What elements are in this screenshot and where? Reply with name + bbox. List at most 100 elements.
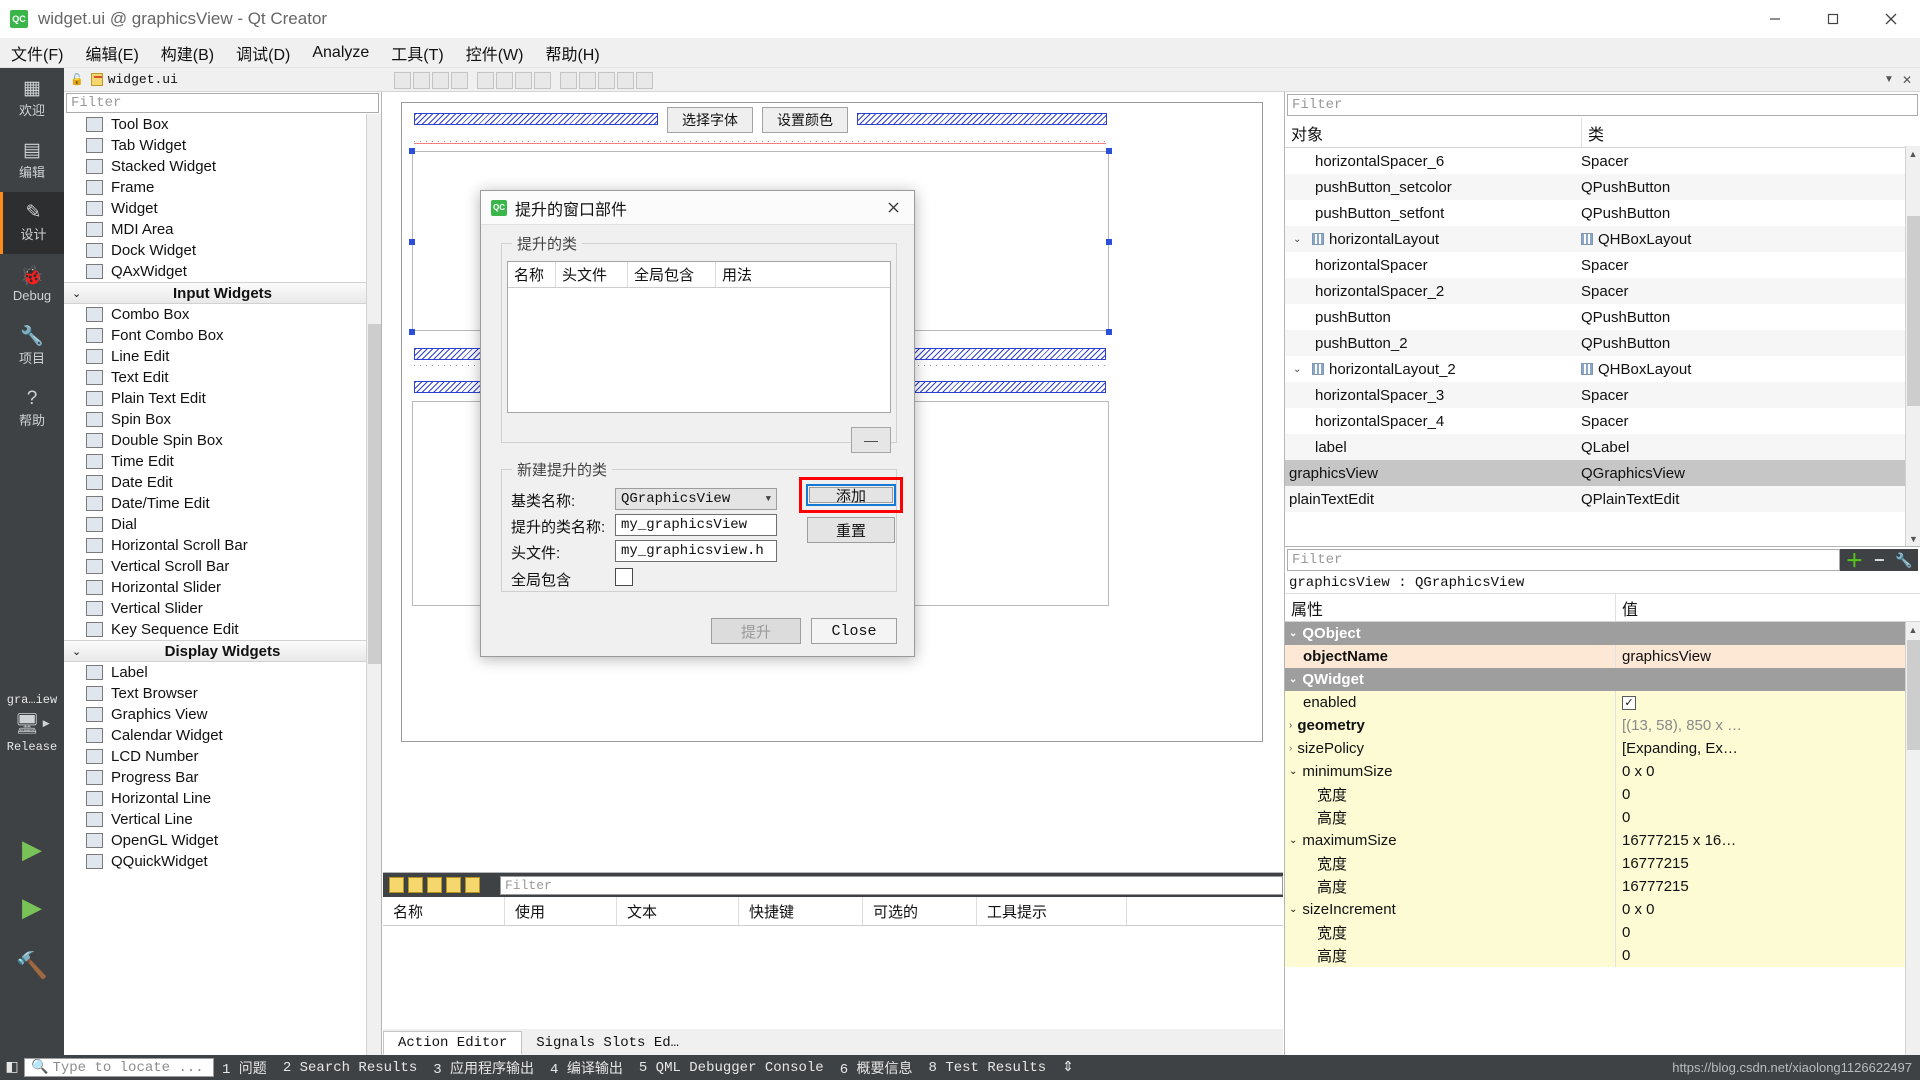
object-row-horizontalLayout_2[interactable]: ⌄horizontalLayout_2QHBoxLayout: [1285, 356, 1920, 382]
widget-item-dock-widget[interactable]: Dock Widget: [64, 240, 381, 261]
resize-handle[interactable]: [409, 148, 415, 154]
status-item-6[interactable]: 8 Test Results: [921, 1060, 1055, 1076]
resize-handle[interactable]: [1106, 148, 1112, 154]
widget-item-tab-widget[interactable]: Tab Widget: [64, 135, 381, 156]
chevron-down-icon[interactable]: ⌄: [1289, 674, 1297, 685]
layout-vertical-icon[interactable]: [496, 72, 513, 89]
enabled-checkbox[interactable]: ✓: [1622, 696, 1636, 710]
widget-item-vertical-slider[interactable]: Vertical Slider: [64, 598, 381, 619]
property-row-QWidget[interactable]: ⌄QWidget: [1285, 668, 1920, 691]
header-file-input[interactable]: my_graphicsview.h: [615, 540, 777, 562]
widget-item-vertical-scroll-bar[interactable]: Vertical Scroll Bar: [64, 556, 381, 577]
object-row-horizontalSpacer[interactable]: horizontalSpacerSpacer: [1285, 252, 1920, 278]
widget-item-double-spin-box[interactable]: Double Spin Box: [64, 430, 381, 451]
chevron-up-icon[interactable]: ▲: [1906, 146, 1920, 161]
menu-item-3[interactable]: 调试(D): [225, 38, 301, 68]
object-row-label[interactable]: labelQLabel: [1285, 434, 1920, 460]
widget-item-graphics-view[interactable]: Graphics View: [64, 704, 381, 725]
chevron-right-icon[interactable]: ›: [1289, 720, 1292, 731]
break-layout-icon[interactable]: [598, 72, 615, 89]
delete-action-icon[interactable]: [446, 877, 461, 893]
status-item-1[interactable]: 2 Search Results: [275, 1060, 425, 1076]
widget-item-horizontal-slider[interactable]: Horizontal Slider: [64, 577, 381, 598]
object-row-horizontalSpacer_4[interactable]: horizontalSpacer_4Spacer: [1285, 408, 1920, 434]
global-include-checkbox[interactable]: [615, 568, 633, 586]
plus-icon[interactable]: ＋: [1845, 547, 1863, 573]
status-item-2[interactable]: 3 应用程序输出: [425, 1058, 542, 1078]
configure-icon[interactable]: [465, 877, 480, 893]
run-icon[interactable]: ▶: [0, 828, 64, 870]
chevron-down-icon[interactable]: ⌄: [1293, 364, 1307, 375]
object-row-pushButton_setfont[interactable]: pushButton_setfontQPushButton: [1285, 200, 1920, 226]
horizontal-spacer[interactable]: [414, 113, 658, 125]
menu-item-0[interactable]: 文件(F): [0, 38, 74, 68]
bottom-tab-0[interactable]: Action Editor: [383, 1031, 522, 1055]
widget-item-mdi-area[interactable]: MDI Area: [64, 219, 381, 240]
widget-item-plain-text-edit[interactable]: Plain Text Edit: [64, 388, 381, 409]
property-row-高度[interactable]: 高度0: [1285, 806, 1920, 829]
object-inspector-scrollbar[interactable]: ▲ ▼: [1905, 146, 1920, 546]
widget-item-widget[interactable]: Widget: [64, 198, 381, 219]
widget-box-filter[interactable]: Filter: [66, 93, 379, 113]
widget-item-qaxwidget[interactable]: QAxWidget: [64, 261, 381, 282]
widget-item-date-time-edit[interactable]: Date/Time Edit: [64, 493, 381, 514]
widget-item-font-combo-box[interactable]: Font Combo Box: [64, 325, 381, 346]
promote-widget-dialog[interactable]: QC 提升的窗口部件 提升的类 名称 头文件 全局包含 用法 — 新建提升的类 …: [480, 190, 915, 657]
mode-设计[interactable]: ✎设计: [0, 192, 64, 254]
widget-item-date-edit[interactable]: Date Edit: [64, 472, 381, 493]
layout-horizontal-icon[interactable]: [477, 72, 494, 89]
layout-grid-icon[interactable]: [560, 72, 577, 89]
chevron-right-icon[interactable]: ›: [1289, 743, 1292, 754]
property-row-geometry[interactable]: ›geometry[(13, 58), 850 x …: [1285, 714, 1920, 737]
property-editor-rows[interactable]: ⌄QObjectobjectNamegraphicsView⌄QWidgeten…: [1285, 622, 1920, 967]
widget-item-text-edit[interactable]: Text Edit: [64, 367, 381, 388]
mode-编辑[interactable]: ▤编辑: [0, 130, 64, 192]
property-row-maximumSize[interactable]: ⌄maximumSize16777215 x 16…: [1285, 829, 1920, 852]
widget-item-line-edit[interactable]: Line Edit: [64, 346, 381, 367]
widget-item-opengl-widget[interactable]: OpenGL Widget: [64, 830, 381, 851]
edit-action-icon[interactable]: [427, 877, 442, 893]
minimize-icon[interactable]: [1746, 0, 1804, 38]
promoted-classes-table[interactable]: 名称 头文件 全局包含 用法: [507, 261, 891, 413]
widget-item-combo-box[interactable]: Combo Box: [64, 304, 381, 325]
edit-tab-order-icon[interactable]: [451, 72, 468, 89]
widget-item-time-edit[interactable]: Time Edit: [64, 451, 381, 472]
edit-buddies-icon[interactable]: [432, 72, 449, 89]
open-file-name[interactable]: widget.ui: [108, 72, 178, 87]
property-row-宽度[interactable]: 宽度0: [1285, 783, 1920, 806]
layout-form-icon[interactable]: [579, 72, 596, 89]
widget-item-text-browser[interactable]: Text Browser: [64, 683, 381, 704]
object-row-pushButton_setcolor[interactable]: pushButton_setcolorQPushButton: [1285, 174, 1920, 200]
status-item-0[interactable]: 1 问题: [214, 1058, 275, 1078]
maximize-icon[interactable]: [1804, 0, 1862, 38]
widget-group-input-widgets[interactable]: ⌄Input Widgets: [64, 282, 381, 304]
widget-item-horizontal-scroll-bar[interactable]: Horizontal Scroll Bar: [64, 535, 381, 556]
property-row-sizePolicy[interactable]: ›sizePolicy[Expanding, Ex…: [1285, 737, 1920, 760]
reset-button[interactable]: 重置: [807, 517, 895, 543]
remove-promoted-class-button[interactable]: —: [851, 427, 891, 453]
widget-item-spin-box[interactable]: Spin Box: [64, 409, 381, 430]
property-row-宽度[interactable]: 宽度0: [1285, 921, 1920, 944]
widget-item-vertical-line[interactable]: Vertical Line: [64, 809, 381, 830]
property-row-minimumSize[interactable]: ⌄minimumSize0 x 0: [1285, 760, 1920, 783]
object-row-pushButton[interactable]: pushButtonQPushButton: [1285, 304, 1920, 330]
locator-input[interactable]: 🔍 Type to locate ...: [24, 1058, 214, 1077]
widget-item-label[interactable]: Label: [64, 662, 381, 683]
set-color-button[interactable]: 设置颜色: [762, 107, 848, 133]
layout-splitter-v-icon[interactable]: [534, 72, 551, 89]
property-editor-scrollbar[interactable]: ▲: [1905, 622, 1920, 1055]
bottom-tab-1[interactable]: Signals Slots Ed…: [522, 1031, 693, 1055]
build-icon[interactable]: 🔨: [0, 944, 64, 986]
status-item-3[interactable]: 4 编译输出: [542, 1058, 631, 1078]
widget-item-key-sequence-edit[interactable]: Key Sequence Edit: [64, 619, 381, 640]
close-button[interactable]: Close: [811, 618, 897, 644]
edit-widgets-icon[interactable]: [394, 72, 411, 89]
copy-action-icon[interactable]: [408, 877, 423, 893]
object-row-horizontalSpacer_2[interactable]: horizontalSpacer_2Spacer: [1285, 278, 1920, 304]
chevron-down-icon[interactable]: ⌄: [1289, 628, 1297, 639]
adjust-size-icon[interactable]: [617, 72, 634, 89]
property-row-高度[interactable]: 高度0: [1285, 944, 1920, 967]
widget-item-tool-box[interactable]: Tool Box: [64, 114, 381, 135]
new-action-icon[interactable]: [389, 877, 404, 893]
resize-handle[interactable]: [409, 329, 415, 335]
